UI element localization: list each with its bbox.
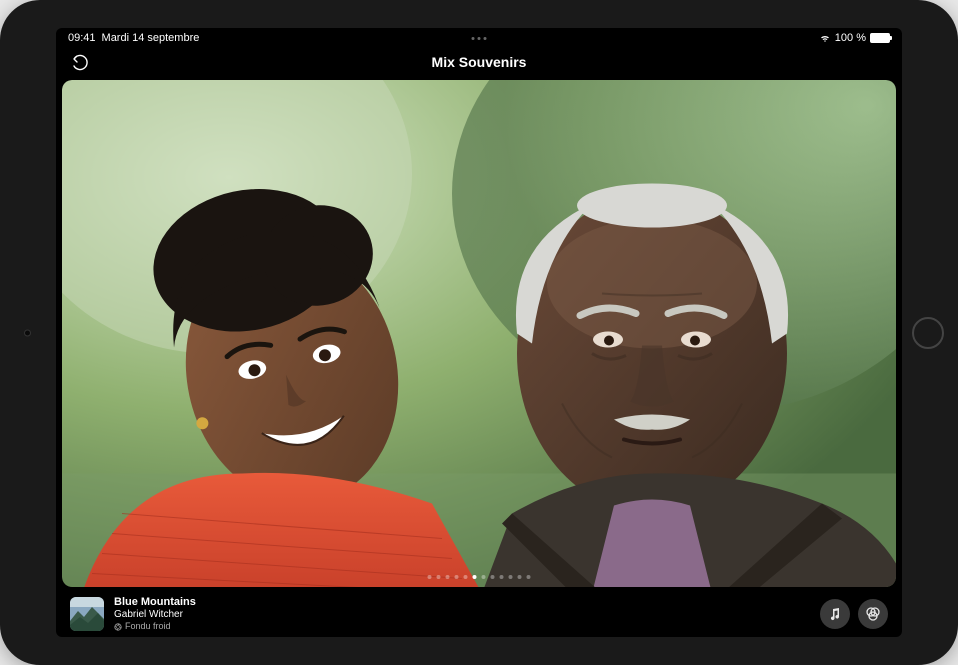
memory-photo [62,80,896,587]
bottom-bar: Blue Mountains Gabriel Witcher Fondu fro… [56,591,902,637]
album-artwork[interactable] [70,597,104,631]
page-dot[interactable] [491,575,495,579]
ipad-device-frame: 09:41 Mardi 14 septembre 100 % Mix So [0,0,958,665]
page-dot[interactable] [437,575,441,579]
page-dot[interactable] [428,575,432,579]
screen: 09:41 Mardi 14 septembre 100 % Mix So [56,28,902,637]
front-camera [24,329,31,336]
music-note-icon [827,606,843,622]
page-dot[interactable] [518,575,522,579]
filter-circles-icon [865,606,881,622]
status-left: 09:41 Mardi 14 septembre [68,32,199,44]
wifi-icon [819,33,831,43]
page-dot[interactable] [500,575,504,579]
page-dot[interactable] [464,575,468,579]
bottom-actions [820,599,888,629]
track-info[interactable]: Blue Mountains Gabriel Witcher Fondu fro… [114,596,810,632]
page-title: Mix Souvenirs [432,54,527,70]
page-dot[interactable] [455,575,459,579]
track-effect: Fondu froid [114,621,810,632]
status-bar: 09:41 Mardi 14 septembre 100 % [56,28,902,48]
status-date: Mardi 14 septembre [102,32,200,44]
page-dot[interactable] [527,575,531,579]
photo-carousel[interactable] [62,80,896,587]
undo-icon [70,52,90,72]
battery-icon [870,33,890,43]
pagination-dots[interactable] [428,575,531,579]
home-button[interactable] [912,317,944,349]
page-dot[interactable] [446,575,450,579]
multitasking-indicator[interactable] [472,37,487,40]
page-dot-active[interactable] [473,575,477,579]
effect-label: Fondu froid [125,621,171,632]
music-button[interactable] [820,599,850,629]
page-dot[interactable] [509,575,513,579]
aperture-icon [114,623,122,631]
undo-button[interactable] [68,50,92,74]
status-time: 09:41 [68,32,96,44]
track-artist: Gabriel Witcher [114,609,810,621]
photo-card-current[interactable] [62,80,896,587]
status-right: 100 % [819,32,890,44]
track-title: Blue Mountains [114,596,810,609]
filter-button[interactable] [858,599,888,629]
page-dot[interactable] [482,575,486,579]
header: Mix Souvenirs [56,48,902,76]
battery-text: 100 % [835,32,866,44]
